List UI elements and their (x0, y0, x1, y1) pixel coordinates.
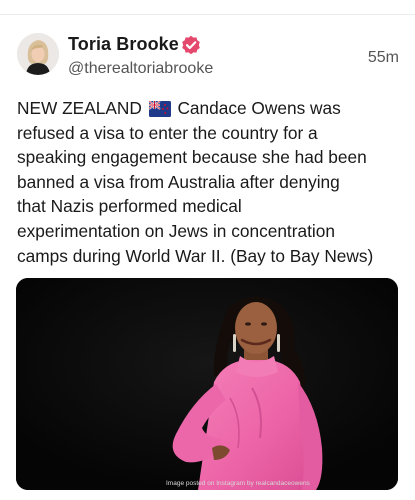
post-text: NEW ZEALAND Candace Owens was refused a … (17, 96, 409, 268)
top-divider (0, 14, 415, 15)
author-name[interactable]: Toria Brooke (68, 34, 179, 55)
post-text-line: experimentation on Jews in concentration (17, 220, 335, 241)
avatar[interactable] (17, 33, 59, 75)
post-text-line: that Nazis performed medical (17, 196, 242, 217)
post-text-line: NEW ZEALAND Candace Owens was (17, 96, 409, 121)
author-handle[interactable]: @therealtoriabrooke (68, 60, 213, 78)
verified-badge-icon (182, 35, 200, 55)
post-image[interactable]: Image posted on Instagram by realcandace… (16, 278, 398, 490)
post-text-segment: Candace Owens was (177, 98, 341, 118)
country-text: NEW ZEALAND (17, 98, 142, 118)
woman-in-pink-photo (16, 278, 398, 490)
post-text-line: camps during World War II. (Bay to Bay N… (17, 245, 374, 266)
post-card: Toria Brooke @therealtoriabrooke 55m NEW… (0, 0, 415, 500)
post-timestamp: 55m (367, 49, 399, 66)
avatar-image (17, 33, 59, 75)
post-text-line: refused a visa to enter the country for … (17, 122, 318, 143)
new-zealand-flag-icon (148, 101, 171, 117)
post-text-line: banned a visa from Australia after denyi… (17, 171, 340, 192)
post-text-line: speaking engagement because she had been (17, 147, 367, 168)
image-caption: Image posted on Instagram by realcandace… (166, 480, 310, 487)
